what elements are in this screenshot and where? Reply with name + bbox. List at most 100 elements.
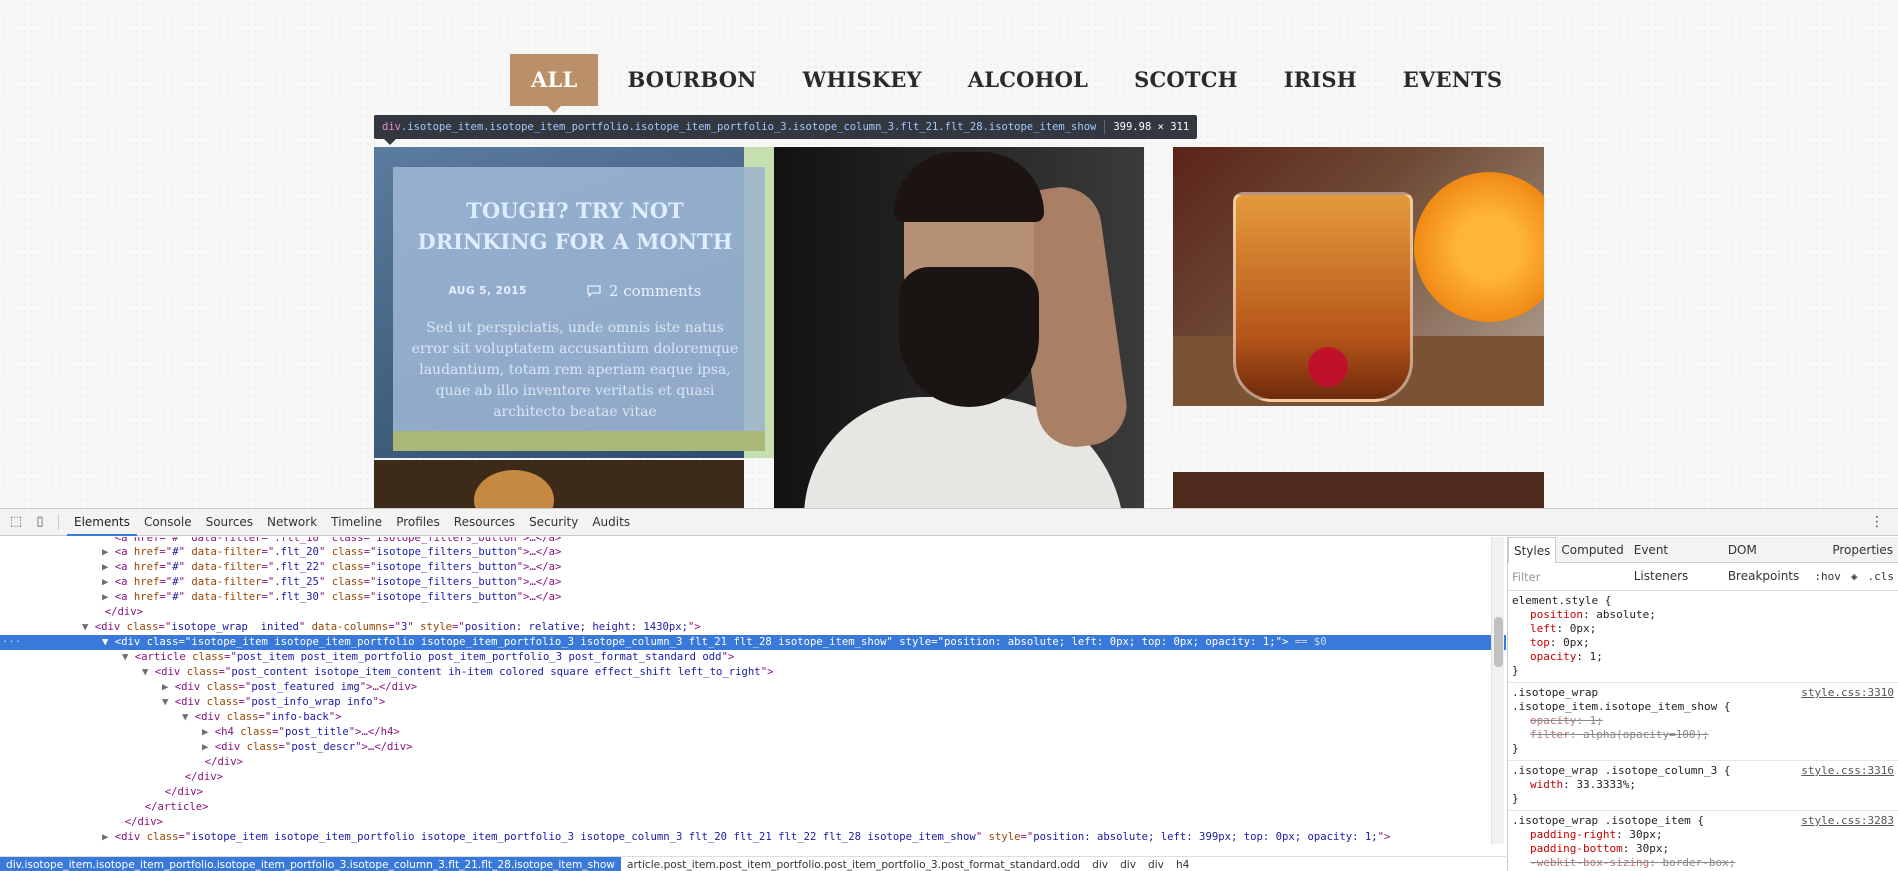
css-property[interactable]: width: 33.3333%; bbox=[1512, 778, 1894, 792]
styles-filter-input[interactable]: Filter bbox=[1512, 570, 1540, 584]
expand-arrow[interactable] bbox=[132, 801, 145, 813]
css-selector[interactable]: .isotope_item.isotope_item_show { bbox=[1512, 700, 1894, 714]
css-property[interactable]: opacity: 1; bbox=[1512, 714, 1894, 728]
tab-security[interactable]: Security bbox=[522, 509, 585, 536]
styles-tab-properties[interactable]: Properties bbox=[1827, 537, 1898, 563]
styles-tab-styles[interactable]: Styles bbox=[1508, 537, 1557, 563]
dom-node[interactable]: ▶ <div class="post_descr">…</div> bbox=[0, 740, 1506, 755]
portfolio-item-bottom-left[interactable] bbox=[374, 460, 744, 508]
css-source-link[interactable]: style.css:3310 bbox=[1801, 686, 1894, 700]
styles-tab-dom-breakpoints[interactable]: DOM Breakpoints bbox=[1723, 537, 1828, 583]
styles-tab-event-listeners[interactable]: Event Listeners bbox=[1629, 537, 1723, 583]
class-toggle[interactable]: .cls bbox=[1868, 570, 1895, 583]
dom-node[interactable]: ▶ <div class="post_featured img">…</div> bbox=[0, 680, 1506, 695]
expand-arrow[interactable] bbox=[112, 816, 125, 828]
dom-node[interactable]: ▶ <a href="#" data-filter=".flt_22" clas… bbox=[0, 560, 1506, 575]
expand-arrow[interactable]: ▼ bbox=[122, 651, 135, 663]
tab-elements[interactable]: Elements bbox=[67, 509, 137, 536]
expand-arrow[interactable] bbox=[192, 756, 205, 768]
dom-node[interactable]: ▶ <h4 class="post_title">…</h4> bbox=[0, 725, 1506, 740]
dom-node[interactable]: </article> bbox=[0, 800, 1506, 815]
tab-resources[interactable]: Resources bbox=[447, 509, 522, 536]
filter-irish[interactable]: IRISH bbox=[1267, 54, 1374, 106]
css-property[interactable]: opacity: 1; bbox=[1512, 650, 1894, 664]
inspect-element-icon[interactable]: ⬚ bbox=[8, 514, 24, 530]
filter-all[interactable]: ALL bbox=[510, 54, 599, 113]
expand-arrow[interactable]: ▶ bbox=[202, 726, 215, 738]
expand-arrow[interactable]: ▼ bbox=[162, 696, 175, 708]
css-source-link[interactable]: style.css:3316 bbox=[1801, 764, 1894, 778]
dom-node[interactable]: ▼ <div class="post_content isotope_item_… bbox=[0, 665, 1506, 680]
expand-arrow[interactable] bbox=[92, 606, 105, 618]
breadcrumb-item[interactable]: div bbox=[1086, 857, 1114, 871]
breadcrumb-item[interactable]: div bbox=[1114, 857, 1142, 871]
dom-node[interactable]: </div> bbox=[0, 770, 1506, 785]
expand-arrow[interactable]: ▶ bbox=[102, 546, 115, 558]
dom-node[interactable]: ▼ <div class="isotope_wrap inited" data-… bbox=[0, 620, 1506, 635]
post-comments-link[interactable]: 2 comments bbox=[587, 282, 701, 300]
expand-arrow[interactable]: ▶ bbox=[162, 681, 175, 693]
dom-node[interactable]: <a href="#" data-filter=".flt_18" class=… bbox=[0, 537, 1506, 545]
hover-state-toggle[interactable]: :hov bbox=[1814, 570, 1841, 583]
portfolio-item-bearded-man[interactable] bbox=[774, 147, 1144, 508]
filter-events[interactable]: EVENTS bbox=[1386, 54, 1520, 106]
more-menu-icon[interactable]: ⋮ bbox=[1870, 514, 1884, 530]
css-property[interactable]: padding-right: 30px; bbox=[1512, 828, 1894, 842]
dom-node[interactable]: </div> bbox=[0, 605, 1506, 620]
new-rule-icon[interactable]: ◈ bbox=[1851, 570, 1858, 583]
css-source-link[interactable]: style.css:3283 bbox=[1801, 814, 1894, 828]
css-selector[interactable]: element.style { bbox=[1512, 594, 1894, 608]
tab-sources[interactable]: Sources bbox=[199, 509, 260, 536]
elements-scrollbar[interactable] bbox=[1491, 537, 1504, 844]
expand-arrow[interactable] bbox=[172, 771, 185, 783]
styles-tab-computed[interactable]: Computed bbox=[1556, 537, 1628, 563]
dom-node-selected[interactable]: ··· ▼ <div class="isotope_item isotope_it… bbox=[0, 635, 1506, 650]
dom-node[interactable]: ▼ <div class="post_info_wrap info"> bbox=[0, 695, 1506, 710]
expand-arrow[interactable]: ▶ bbox=[102, 561, 115, 573]
expand-arrow[interactable]: ▼ bbox=[182, 711, 195, 723]
dom-node[interactable]: ▶ <a href="#" data-filter=".flt_25" clas… bbox=[0, 575, 1506, 590]
tab-console[interactable]: Console bbox=[137, 509, 199, 536]
dom-token: <div bbox=[174, 681, 207, 693]
dom-node[interactable]: </div> bbox=[0, 815, 1506, 830]
device-mode-icon[interactable]: ▯ bbox=[32, 514, 48, 530]
expand-arrow[interactable]: ▼ bbox=[82, 621, 95, 633]
styles-filter[interactable]: Filter :hov ◈ .cls bbox=[1508, 563, 1898, 591]
css-property[interactable]: -webkit-box-sizing: border-box; bbox=[1512, 856, 1894, 870]
expand-arrow[interactable]: ▼ bbox=[142, 666, 155, 678]
css-property[interactable]: left: 0px; bbox=[1512, 622, 1894, 636]
tab-network[interactable]: Network bbox=[260, 509, 324, 536]
portfolio-item-cocktail[interactable] bbox=[1173, 147, 1544, 406]
expand-arrow[interactable]: ▶ bbox=[102, 576, 115, 588]
tab-profiles[interactable]: Profiles bbox=[389, 509, 447, 536]
dom-node[interactable]: ▶ <a href="#" data-filter=".flt_30" clas… bbox=[0, 590, 1506, 605]
filter-scotch[interactable]: SCOTCH bbox=[1117, 54, 1255, 106]
css-property[interactable]: top: 0px; bbox=[1512, 636, 1894, 650]
css-property[interactable]: padding-bottom: 30px; bbox=[1512, 842, 1894, 856]
dom-node[interactable]: ▼ <article class="post_item post_item_po… bbox=[0, 650, 1506, 665]
tab-audits[interactable]: Audits bbox=[585, 509, 637, 536]
dom-node[interactable]: ▼ <div class="info-back"> bbox=[0, 710, 1506, 725]
expand-arrow[interactable]: ▶ bbox=[202, 741, 215, 753]
filter-bourbon[interactable]: BOURBON bbox=[610, 54, 773, 106]
css-property[interactable]: filter: alpha(opacity=100); bbox=[1512, 728, 1894, 742]
dom-node[interactable]: </div> bbox=[0, 755, 1506, 770]
expand-arrow[interactable] bbox=[102, 537, 115, 544]
breadcrumb-item[interactable]: article.post_item.post_item_portfolio.po… bbox=[621, 857, 1086, 871]
breadcrumb-item[interactable]: div bbox=[1142, 857, 1170, 871]
breadcrumb-item[interactable]: h4 bbox=[1170, 857, 1195, 871]
filter-whiskey[interactable]: WHISKEY bbox=[786, 54, 939, 106]
expand-arrow[interactable] bbox=[152, 786, 165, 798]
post-title[interactable]: TOUGH? TRY NOT DRINKING FOR A MONTH bbox=[405, 195, 745, 257]
tab-timeline[interactable]: Timeline bbox=[324, 509, 389, 536]
breadcrumb-item[interactable]: div.isotope_item.isotope_item_portfolio.… bbox=[0, 857, 621, 871]
dom-node[interactable]: ▶ <div class="isotope_item isotope_item_… bbox=[0, 830, 1506, 844]
filter-alcohol[interactable]: ALCOHOL bbox=[951, 54, 1105, 106]
dom-node[interactable]: </div> bbox=[0, 785, 1506, 800]
css-property[interactable]: position: absolute; bbox=[1512, 608, 1894, 622]
expand-arrow[interactable]: ▶ bbox=[102, 831, 115, 843]
expand-arrow[interactable]: ▼ bbox=[102, 636, 115, 648]
dom-node[interactable]: ▶ <a href="#" data-filter=".flt_20" clas… bbox=[0, 545, 1506, 560]
expand-arrow[interactable]: ▶ bbox=[102, 591, 115, 603]
portfolio-item-bottom-right[interactable] bbox=[1173, 472, 1544, 508]
